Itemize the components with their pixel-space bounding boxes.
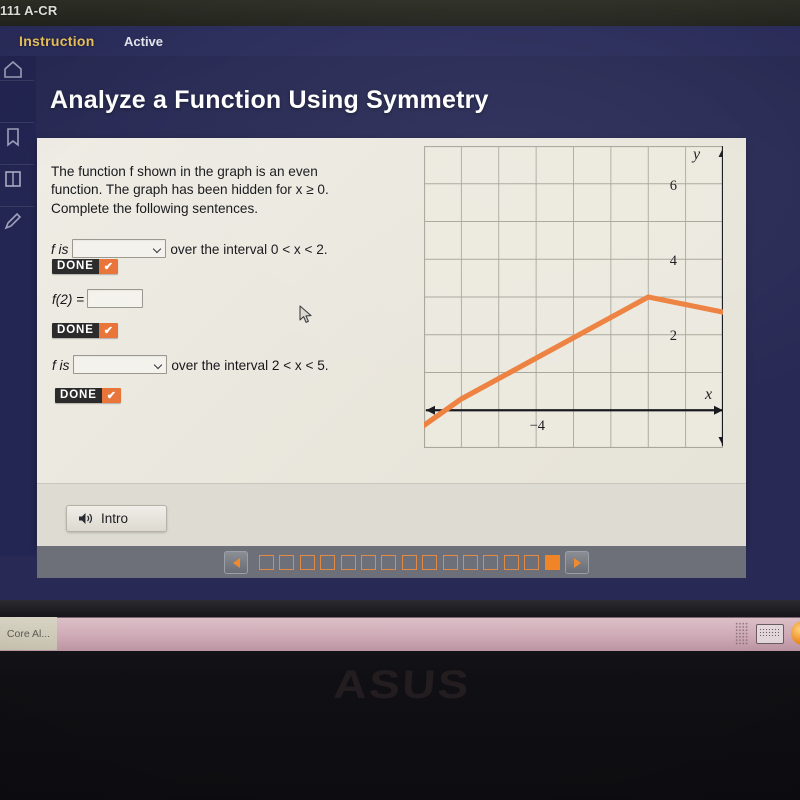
done-button-2-label: DONE bbox=[52, 323, 99, 338]
prompt-line-3: Complete the following sentences. bbox=[51, 200, 259, 216]
keyboard-icon[interactable] bbox=[756, 624, 784, 644]
chevron-left-icon bbox=[232, 557, 240, 568]
rail-divider bbox=[0, 80, 34, 81]
chevron-right-icon bbox=[573, 557, 581, 568]
done-button-2[interactable]: DONE ✔ bbox=[52, 323, 118, 338]
pagination-square-2[interactable] bbox=[279, 555, 295, 570]
rail-divider bbox=[0, 206, 34, 207]
question-2-prefix: f(2) = bbox=[52, 292, 85, 307]
book-icon[interactable] bbox=[2, 168, 24, 190]
prompt-text: The function f shown in the graph is an … bbox=[51, 163, 381, 218]
question-2-input[interactable] bbox=[87, 289, 144, 308]
pagination-square-3[interactable] bbox=[299, 555, 315, 570]
pagination-square-14[interactable] bbox=[524, 555, 540, 570]
pencil-icon[interactable] bbox=[2, 210, 24, 232]
x-axis-label: x bbox=[705, 386, 713, 403]
question-3-select[interactable] bbox=[73, 355, 168, 374]
os-taskbar bbox=[0, 617, 800, 651]
pagination-square-8[interactable] bbox=[401, 555, 417, 570]
os-top-strip bbox=[0, 0, 800, 26]
question-1-select[interactable] bbox=[72, 239, 167, 258]
pagination-next-button[interactable] bbox=[565, 551, 589, 574]
rail-divider bbox=[0, 164, 34, 165]
nav-tab-instruction[interactable]: Instruction bbox=[19, 33, 95, 49]
pagination-square-11[interactable] bbox=[463, 555, 478, 570]
screenshot-root: ASUS 111 A-CR Instruction Active Analyze… bbox=[0, 0, 800, 800]
sidebar-rail bbox=[0, 56, 36, 556]
pagination-square-1[interactable] bbox=[259, 555, 274, 570]
bookmark-icon[interactable] bbox=[2, 126, 24, 148]
graph-canvas bbox=[424, 146, 723, 448]
question-1-suffix: over the interval 0 < x < 2. bbox=[170, 242, 328, 257]
pagination-square-12[interactable] bbox=[483, 555, 499, 570]
y-tick-6: 6 bbox=[669, 178, 677, 194]
pagination-square-6[interactable] bbox=[361, 555, 376, 570]
prompt-line-1: The function f shown in the graph is an … bbox=[51, 164, 318, 179]
done-button-1-label: DONE bbox=[52, 259, 99, 274]
question-3-prefix: f is bbox=[52, 358, 70, 373]
home-icon[interactable] bbox=[2, 58, 24, 80]
asus-logo: ASUS bbox=[332, 663, 472, 707]
pagination-square-5[interactable] bbox=[340, 555, 356, 570]
pagination-square-13[interactable] bbox=[503, 555, 519, 570]
y-tick-4: 4 bbox=[669, 253, 677, 269]
os-window-title: 111 A-CR bbox=[0, 3, 58, 18]
question-3-suffix: over the interval 2 < x < 5. bbox=[171, 358, 329, 373]
pagination-square-10[interactable] bbox=[442, 555, 458, 570]
prompt-line-2: function. The graph has been hidden for … bbox=[51, 182, 329, 198]
app-navbar bbox=[0, 26, 800, 56]
intro-button-label: Intro bbox=[101, 511, 129, 526]
speaker-icon bbox=[77, 511, 94, 526]
question-2: f(2) = bbox=[52, 289, 144, 308]
y-axis-label: y bbox=[693, 146, 701, 163]
taskbar-item[interactable]: Core Al... bbox=[0, 617, 57, 650]
x-tick-neg4: −4 bbox=[529, 418, 545, 434]
question-1-prefix: f is bbox=[51, 242, 69, 257]
pagination-square-7[interactable] bbox=[381, 555, 397, 570]
pagination-square-15[interactable] bbox=[544, 555, 560, 570]
done-button-3[interactable]: DONE ✔ bbox=[55, 388, 121, 403]
taskbar-grip bbox=[735, 622, 749, 645]
question-1: f is over the interval 0 < x < 2. bbox=[51, 239, 328, 258]
check-icon: ✔ bbox=[98, 259, 118, 274]
check-icon: ✔ bbox=[98, 323, 118, 338]
intro-button[interactable]: Intro bbox=[66, 505, 167, 532]
page-title: Analyze a Function Using Symmetry bbox=[50, 86, 489, 114]
pagination-prev-button[interactable] bbox=[224, 551, 248, 574]
function-graph bbox=[424, 146, 723, 448]
rail-divider bbox=[0, 122, 34, 123]
pagination-square-4[interactable] bbox=[320, 555, 336, 570]
nav-tab-active[interactable]: Active bbox=[124, 34, 163, 49]
check-icon: ✔ bbox=[101, 388, 121, 403]
done-button-3-label: DONE bbox=[55, 388, 102, 403]
done-button-1[interactable]: DONE ✔ bbox=[52, 259, 118, 274]
mouse-cursor bbox=[299, 305, 313, 324]
pagination-square-9[interactable] bbox=[422, 555, 438, 570]
question-3: f is over the interval 2 < x < 5. bbox=[52, 355, 329, 374]
pagination-bar bbox=[37, 546, 746, 578]
y-tick-2: 2 bbox=[669, 328, 677, 344]
